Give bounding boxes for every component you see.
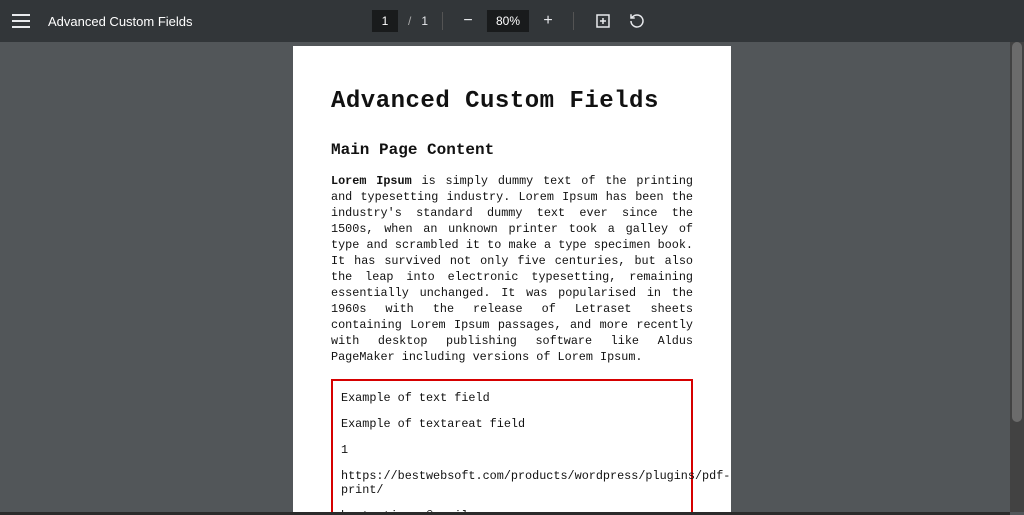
paragraph-lead: Lorem Ipsum [331,174,412,188]
scrollbar-thumb[interactable] [1012,42,1022,422]
toolbar-divider [573,12,574,30]
toolbar-divider [442,12,443,30]
custom-fields-box: Example of text field Example of textare… [331,379,693,515]
fit-to-page-icon[interactable] [592,10,614,32]
field-url: https://bestwebsoft.com/products/wordpre… [341,469,683,497]
pdf-page: Advanced Custom Fields Main Page Content… [293,46,731,515]
field-textarea: Example of textareat field [341,417,683,431]
page-heading: Advanced Custom Fields [331,88,693,115]
toolbar-center-controls: 1 / 1 − 80% + [372,10,652,32]
paragraph-body: is simply dummy text of the printing and… [331,174,693,364]
page-separator: / [408,14,411,28]
zoom-out-button[interactable]: − [457,10,479,32]
rotate-icon[interactable] [626,10,648,32]
page-total: 1 [421,14,428,28]
document-title: Advanced Custom Fields [48,14,193,29]
hamburger-menu-icon[interactable] [12,14,30,28]
field-number: 1 [341,443,683,457]
page-number-input[interactable]: 1 [372,10,398,32]
zoom-in-button[interactable]: + [537,10,559,32]
pdf-toolbar: Advanced Custom Fields 1 / 1 − 80% + [0,0,1024,42]
field-text: Example of text field [341,391,683,405]
page-paragraph: Lorem Ipsum is simply dummy text of the … [331,173,693,365]
zoom-level-display[interactable]: 80% [487,10,529,32]
vertical-scrollbar[interactable] [1010,42,1024,512]
page-subheading: Main Page Content [331,141,693,159]
pdf-viewer[interactable]: Advanced Custom Fields Main Page Content… [0,42,1024,515]
